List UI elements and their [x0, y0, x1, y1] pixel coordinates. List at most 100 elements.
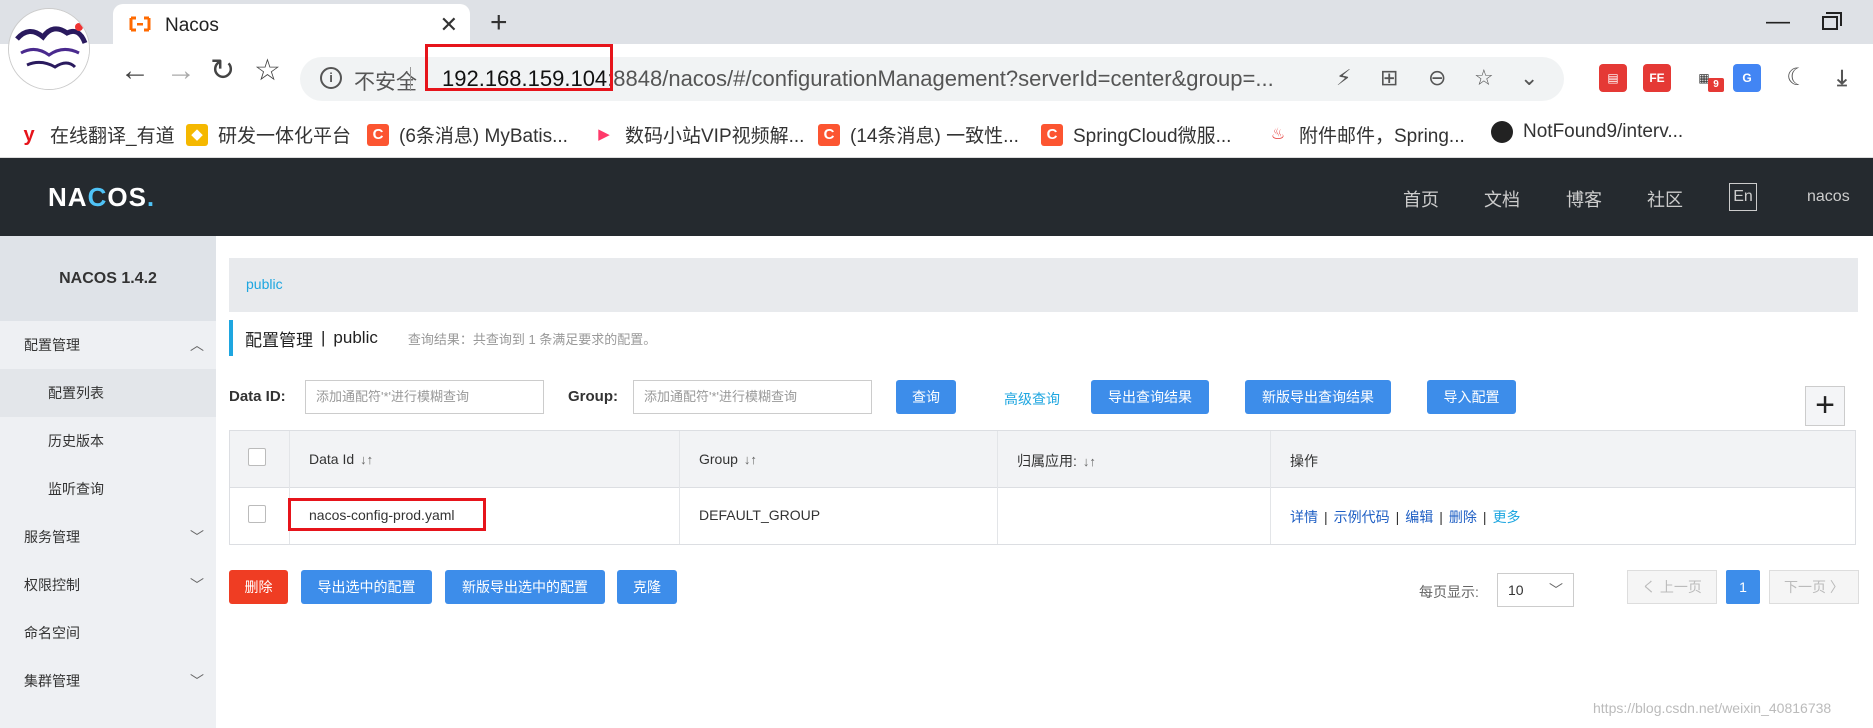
bookmark-platform[interactable]: ◆ 研发一体化平台 — [186, 121, 351, 148]
chevron-down-icon: ﹀ — [190, 577, 204, 593]
op-separator: | — [1324, 509, 1328, 525]
bookmark-github[interactable]: NotFound9/interv... — [1491, 121, 1683, 143]
export-query-button[interactable]: 导出查询结果 — [1091, 380, 1209, 414]
row-actions: 详情 | 示例代码 | 编辑 | 删除 | 更多 — [1290, 507, 1521, 527]
extension-mail-icon[interactable]: ▤ — [1599, 64, 1627, 92]
query-button[interactable]: 查询 — [896, 380, 956, 414]
bookmark-consistency[interactable]: C (14条消息) 一致性... — [818, 121, 1019, 148]
sidebar-item-listener-query[interactable]: 监听查询 — [0, 465, 216, 513]
csdn-icon: C — [367, 123, 389, 146]
edit-link[interactable]: 编辑 — [1405, 509, 1433, 525]
export-selected-button[interactable]: 导出选中的配置 — [301, 570, 432, 604]
extension-badge: 9 — [1708, 78, 1724, 92]
per-page-value: 10 — [1508, 582, 1524, 598]
bookmark-label: 数码小站VIP视频解... — [625, 126, 805, 147]
extension-fe-icon[interactable]: FE — [1643, 64, 1671, 92]
sidebar-item-cluster-management[interactable]: 集群管理 ﹀ — [0, 657, 216, 705]
nav-docs[interactable]: 文档 — [1484, 186, 1520, 212]
nacos-favicon-icon — [129, 16, 151, 32]
current-page-button[interactable]: 1 — [1726, 570, 1760, 604]
lightning-icon[interactable]: ⚡ — [1336, 65, 1351, 91]
column-divider — [679, 431, 680, 544]
nav-community[interactable]: 社区 — [1647, 186, 1683, 212]
op-separator: | — [1482, 509, 1487, 525]
prev-page-button[interactable]: く 上一页 — [1627, 570, 1717, 604]
download-icon[interactable]: ⤓ — [1828, 64, 1856, 92]
group-search-input[interactable]: 添加通配符'*'进行模糊查询 — [633, 380, 872, 414]
per-page-select[interactable]: 10 ﹀ — [1497, 573, 1574, 607]
language-toggle-button[interactable]: En — [1729, 183, 1757, 211]
sidebar-item-label: 命名空间 — [24, 625, 80, 641]
delete-selected-button[interactable]: 删除 — [229, 570, 288, 604]
sort-icon[interactable]: ↓↑ — [360, 452, 373, 467]
avatar-image-icon — [9, 9, 89, 89]
column-divider — [1270, 431, 1271, 544]
bookmark-mybatis[interactable]: C (6条消息) MyBatis... — [367, 121, 568, 148]
user-name[interactable]: nacos — [1807, 188, 1850, 206]
column-header-app[interactable]: 归属应用: ↓↑ — [1017, 451, 1096, 471]
page-title: 配置管理 | public 查询结果：共查询到 1 条满足要求的配置。 — [229, 320, 656, 356]
clone-button[interactable]: 克隆 — [617, 570, 677, 604]
nav-home[interactable]: 首页 — [1403, 186, 1439, 212]
browser-tab[interactable]: Nacos ✕ — [113, 4, 470, 44]
window-minimize-icon[interactable]: — — [1766, 8, 1790, 36]
bookmark-youdao[interactable]: y 在线翻译_有道 — [18, 121, 175, 148]
import-config-button[interactable]: 导入配置 — [1427, 380, 1516, 414]
namespace-tab-public[interactable]: public — [246, 276, 283, 292]
zoom-icon[interactable]: ⊖ — [1428, 65, 1446, 91]
tab-close-icon[interactable]: ✕ — [440, 12, 458, 38]
sidebar-item-history[interactable]: 历史版本 — [0, 417, 216, 465]
bookmark-video[interactable]: ▶ 数码小站VIP视频解... — [593, 121, 804, 148]
advanced-query-link[interactable]: 高级查询 — [1004, 389, 1060, 409]
browser-tabstrip: Nacos ✕ + — — [0, 0, 1873, 44]
bookmark-label: 研发一体化平台 — [218, 126, 352, 147]
export-query-new-button[interactable]: 新版导出查询结果 — [1245, 380, 1391, 414]
extension-google-translate-icon[interactable]: G — [1733, 64, 1761, 92]
reload-icon[interactable]: ↻ — [210, 56, 235, 86]
translate-icon[interactable]: ⊞ — [1380, 65, 1398, 91]
row-checkbox[interactable] — [248, 505, 266, 523]
bookmark-mail[interactable]: ♨ 附件邮件，Spring... — [1267, 121, 1465, 148]
new-tab-button[interactable]: + — [490, 6, 508, 40]
sidebar: NACOS 1.4.2 配置管理 ︿ 配置列表 历史版本 监听查询 服务管理 ﹀ 权… — [0, 236, 216, 728]
window-restore-icon[interactable] — [1822, 12, 1842, 30]
namespace-bar: public — [229, 258, 1858, 312]
sidebar-item-namespace[interactable]: 命名空间 — [0, 609, 216, 657]
dataid-highlight-box — [288, 498, 486, 531]
sidebar-item-service-management[interactable]: 服务管理 ﹀ — [0, 513, 216, 561]
omnibox-divider — [410, 67, 411, 91]
logo-part: NA — [48, 182, 88, 212]
nav-blog[interactable]: 博客 — [1566, 186, 1602, 212]
extension-apps-icon[interactable]: ▦ 9 — [1690, 64, 1724, 92]
select-all-checkbox[interactable] — [248, 448, 266, 466]
sort-icon[interactable]: ↓↑ — [744, 452, 757, 467]
star-icon[interactable]: ☆ — [1474, 65, 1494, 91]
next-page-button[interactable]: 下一页 〉 — [1769, 570, 1859, 604]
sort-icon[interactable]: ↓↑ — [1083, 454, 1096, 469]
bookmark-springcloud[interactable]: C SpringCloud微服... — [1041, 121, 1231, 148]
dark-mode-moon-icon[interactable]: ☾ — [1783, 64, 1811, 92]
column-header-group[interactable]: Group ↓↑ — [699, 451, 757, 467]
column-header-dataid[interactable]: Data Id ↓↑ — [309, 451, 373, 467]
column-label: Group — [699, 451, 738, 467]
more-link[interactable]: 更多 — [1493, 509, 1521, 525]
sidebar-item-config-management[interactable]: 配置管理 ︿ — [0, 321, 216, 369]
delete-link[interactable]: 删除 — [1449, 509, 1477, 525]
back-arrow-icon[interactable]: ← — [120, 56, 150, 86]
sidebar-item-access-control[interactable]: 权限控制 ﹀ — [0, 561, 216, 609]
add-config-button[interactable]: + — [1805, 386, 1845, 426]
sidebar-item-config-list[interactable]: 配置列表 — [0, 369, 216, 417]
bookmark-label: (6条消息) MyBatis... — [399, 126, 568, 147]
dataid-label: Data ID: — [229, 388, 286, 405]
nacos-logo[interactable]: NACOS. — [48, 182, 155, 213]
detail-link[interactable]: 详情 — [1290, 509, 1318, 525]
dropdown-chevron-icon[interactable]: ⌄ — [1520, 65, 1538, 91]
sample-code-link[interactable]: 示例代码 — [1334, 509, 1390, 525]
forward-arrow-icon[interactable]: → — [166, 56, 196, 86]
profile-avatar[interactable] — [8, 8, 90, 90]
bookmark-star-icon[interactable]: ☆ — [254, 56, 281, 86]
export-selected-new-button[interactable]: 新版导出选中的配置 — [445, 570, 605, 604]
logo-part: C — [87, 182, 108, 212]
dataid-search-input[interactable]: 添加通配符'*'进行模糊查询 — [305, 380, 544, 414]
site-info-icon[interactable]: i — [320, 67, 342, 89]
